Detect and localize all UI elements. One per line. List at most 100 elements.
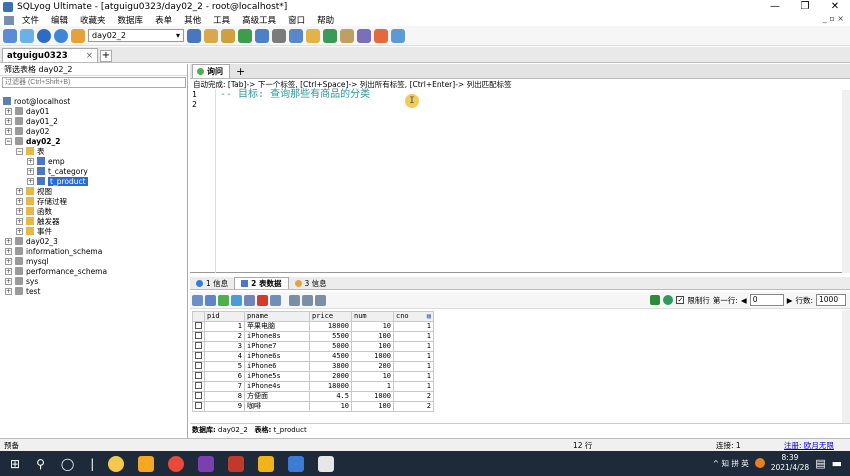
tree-item-db[interactable]: + information_schema <box>0 246 188 256</box>
grid-scrollbar[interactable] <box>842 310 850 423</box>
tree-item-db-current[interactable]: − day02_2 <box>0 136 188 146</box>
tree-item-db[interactable]: + sys <box>0 276 188 286</box>
row-count-input[interactable]: 1000 <box>816 294 846 306</box>
row-checkbox-cell[interactable] <box>192 330 205 342</box>
table-row[interactable]: 3 iPhone7 5000 100 1 <box>192 340 434 352</box>
column-header-cno[interactable]: cno ▦ <box>393 311 434 322</box>
row-checkbox-cell[interactable] <box>192 370 205 382</box>
table-row[interactable]: 2 iPhone8s 5500 100 1 <box>192 330 434 342</box>
collapse-icon[interactable]: − <box>16 147 23 155</box>
tree-item-db[interactable]: + performance_schema <box>0 266 188 276</box>
cell-pid[interactable]: 6 <box>204 370 245 382</box>
row-checkbox[interactable] <box>195 371 202 379</box>
menu-tools[interactable]: 工具 <box>207 14 236 26</box>
form-mode-icon[interactable] <box>302 294 313 306</box>
select-all-header[interactable] <box>192 311 205 322</box>
table-row[interactable]: 5 iPhone6 3800 200 1 <box>192 360 434 372</box>
close-button[interactable]: ✕ <box>820 0 850 14</box>
add-connection-tab-button[interactable]: + <box>100 50 112 62</box>
cell-pid[interactable]: 5 <box>204 360 245 372</box>
app-icon[interactable] <box>138 455 155 472</box>
row-checkbox[interactable] <box>195 361 202 369</box>
row-checkbox[interactable] <box>195 381 202 389</box>
windows-start-icon[interactable]: ⊞ <box>10 457 20 471</box>
column-options-icon[interactable]: ▦ <box>427 312 431 320</box>
row-checkbox-cell[interactable] <box>192 400 205 412</box>
pen-tool-icon[interactable] <box>258 455 275 472</box>
tab-messages-1[interactable]: 1 信息 <box>190 277 234 289</box>
refresh-data-icon[interactable] <box>270 294 281 306</box>
text-mode-icon[interactable] <box>315 294 326 306</box>
view-icon[interactable] <box>272 28 286 43</box>
dropdown-icon[interactable] <box>205 294 216 306</box>
tab-messages-3[interactable]: 3 信息 <box>289 277 333 289</box>
save-icon[interactable] <box>244 294 255 306</box>
menu-advanced-tools[interactable]: 高级工具 <box>236 14 282 26</box>
expand-icon[interactable]: + <box>27 157 34 165</box>
expand-icon[interactable]: + <box>5 117 12 125</box>
import-icon[interactable] <box>323 28 337 43</box>
table-row[interactable]: 9 咖啡 10 100 2 <box>192 400 434 412</box>
cell-num[interactable]: 100 <box>351 330 394 342</box>
cell-pname[interactable]: 咖啡 <box>244 400 310 412</box>
format-icon[interactable] <box>238 28 252 43</box>
clock[interactable]: 8:39 2021/4/28 <box>771 453 809 473</box>
cell-price[interactable]: 5000 <box>309 340 352 352</box>
expand-icon[interactable]: + <box>16 187 23 195</box>
tab-table-data[interactable]: 2 表数据 <box>234 277 289 289</box>
text-app-icon[interactable] <box>318 455 335 472</box>
notification-app-icon[interactable] <box>754 458 765 468</box>
menu-database[interactable]: 数据库 <box>112 14 150 26</box>
row-checkbox-cell[interactable] <box>192 380 205 392</box>
row-checkbox[interactable] <box>195 351 202 359</box>
action-center-icon[interactable]: ▤ <box>815 457 825 470</box>
cell-cno[interactable]: 1 <box>393 370 434 382</box>
tree-item-server[interactable]: root@localhost <box>0 96 188 106</box>
cell-pname[interactable]: iPhone6 <box>244 360 310 372</box>
expand-icon[interactable]: + <box>5 277 12 285</box>
cell-cno[interactable]: 1 <box>393 360 434 372</box>
schema-icon[interactable] <box>289 28 303 43</box>
cell-num[interactable]: 100 <box>351 400 394 412</box>
row-checkbox-cell[interactable] <box>192 320 205 332</box>
menu-other[interactable]: 其他 <box>178 14 207 26</box>
cell-price[interactable]: 2000 <box>309 370 352 382</box>
cell-pname[interactable]: 苹果电脑 <box>244 320 310 332</box>
query-tab[interactable]: 询问 <box>192 64 230 78</box>
cell-pid[interactable]: 1 <box>204 320 245 332</box>
tree-item-db[interactable]: + day01 <box>0 106 188 116</box>
expand-icon[interactable]: + <box>27 167 34 175</box>
row-checkbox[interactable] <box>195 341 202 349</box>
refresh-icon[interactable] <box>37 28 51 43</box>
table-icon[interactable] <box>255 28 269 43</box>
tree-item-table-selected[interactable]: + t_product <box>0 176 188 186</box>
cell-num[interactable]: 100 <box>351 340 394 352</box>
row-checkbox[interactable] <box>195 401 202 409</box>
cell-pname[interactable]: 方便面 <box>244 390 310 402</box>
column-header-num[interactable]: num <box>351 311 394 322</box>
expand-icon[interactable]: + <box>5 107 12 115</box>
tree-item-table[interactable]: + t_category <box>0 166 188 176</box>
duplicate-row-icon[interactable] <box>231 294 242 306</box>
reset-filter-icon[interactable] <box>663 295 674 305</box>
cell-price[interactable]: 10 <box>309 400 352 412</box>
close-icon[interactable]: × <box>86 51 93 61</box>
menu-window[interactable]: 窗口 <box>282 14 311 26</box>
cell-cno[interactable]: 1 <box>393 350 434 362</box>
cell-pname[interactable]: iPhone6s <box>244 350 310 362</box>
cell-pname[interactable]: iPhone7 <box>244 340 310 352</box>
sql-editor[interactable]: 1 2 -- 目标: 查询那些有商品的分类 I <box>190 90 850 273</box>
tree-item-db[interactable]: + test <box>0 286 188 296</box>
row-checkbox-cell[interactable] <box>192 360 205 372</box>
limit-rows-checkbox[interactable]: ✓ <box>676 296 685 304</box>
tree-item-folder[interactable]: + 触发器 <box>0 216 188 226</box>
delete-icon[interactable] <box>257 294 268 306</box>
grid-icon[interactable] <box>391 28 405 43</box>
sqlyog-taskbar-icon[interactable] <box>288 455 305 472</box>
column-header-price[interactable]: price <box>309 311 352 322</box>
cell-num[interactable]: 1 <box>351 380 394 392</box>
expand-icon[interactable]: + <box>5 257 12 265</box>
cell-price[interactable]: 4500 <box>309 350 352 362</box>
editor-app-icon[interactable] <box>198 455 215 472</box>
cell-num[interactable]: 200 <box>351 360 394 372</box>
